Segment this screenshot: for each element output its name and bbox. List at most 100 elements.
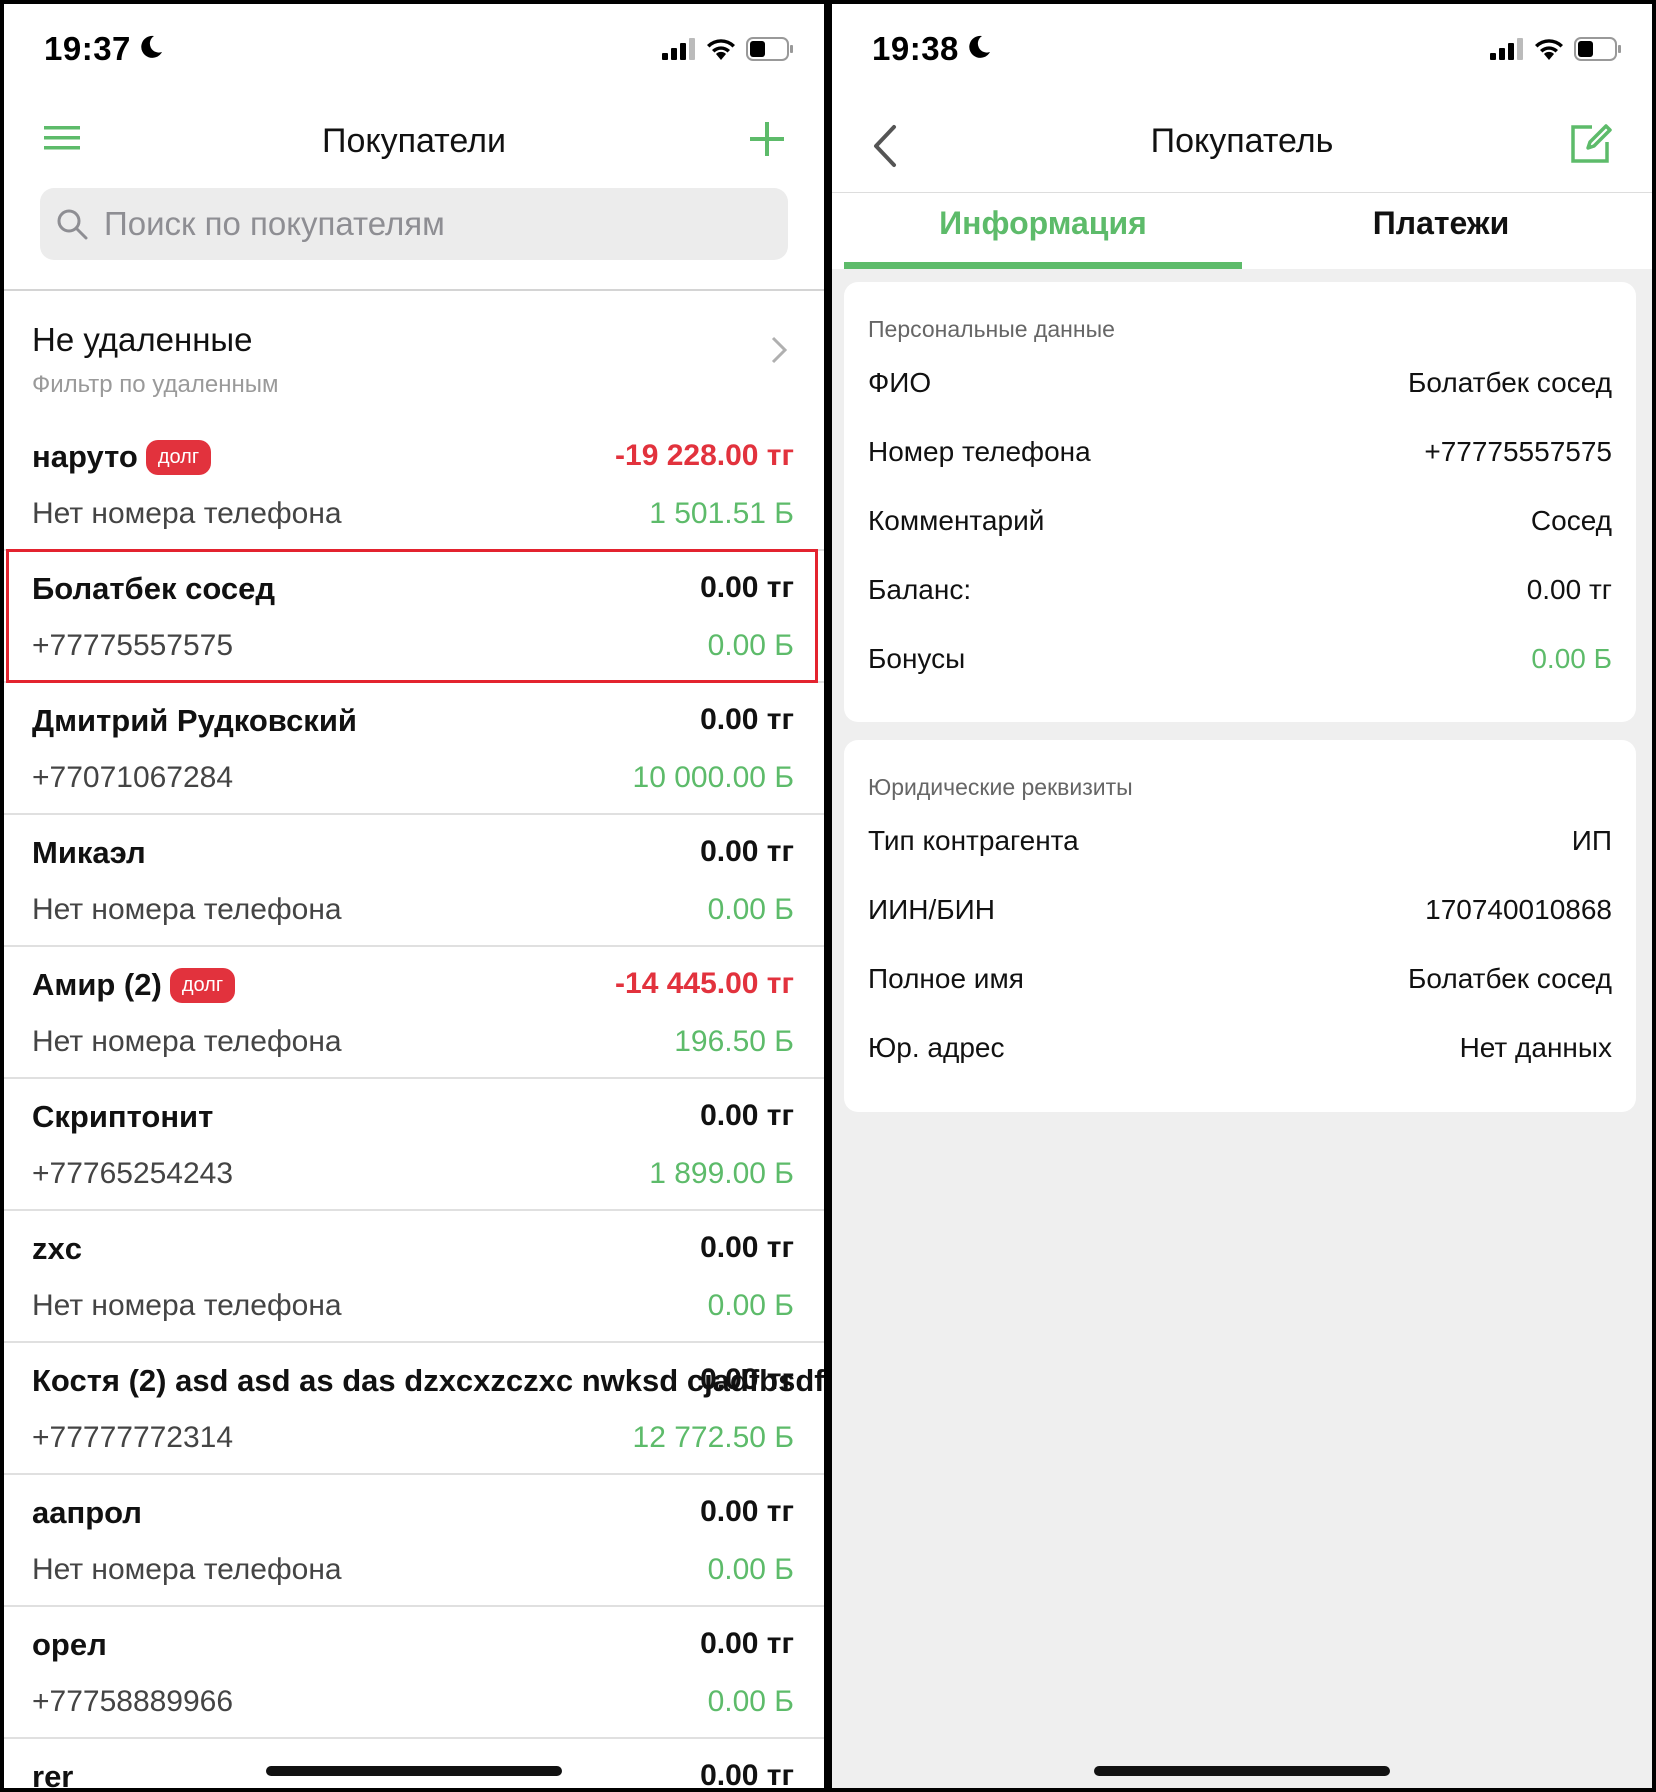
- detail-row: Баланс: 0.00 тг: [868, 574, 1612, 614]
- status-bar: 19:38: [832, 4, 1652, 96]
- customer-detail-screen: 19:38 Покупатель Информация Платежи Перс…: [832, 4, 1652, 1788]
- status-bar: 19:37: [4, 4, 824, 96]
- customer-balance: 0.00 тг: [700, 1363, 794, 1396]
- detail-label: ИИН/БИН: [868, 894, 995, 925]
- tab-info[interactable]: Информация: [844, 205, 1242, 242]
- home-indicator: [1094, 1766, 1390, 1776]
- customer-row[interactable]: Болатбек сосед 0.00 тг +77775557575 0.00 Б: [4, 551, 824, 683]
- detail-value: 0.00 тг: [1526, 574, 1612, 605]
- customer-name: Амир (2) долг: [32, 967, 236, 1003]
- section-title: Юридические реквизиты: [868, 774, 1133, 800]
- customer-list: наруто долг -19 228.00 тг Нет номера телефо…: [4, 419, 824, 1788]
- detail-value: +77775557575: [1424, 436, 1612, 467]
- detail-row: ФИО Болатбек сосед: [868, 367, 1612, 407]
- battery-icon: [746, 37, 793, 61]
- customer-bonus: 0.00 Б: [707, 1685, 794, 1718]
- detail-row: Комментарий Сосед: [868, 505, 1612, 545]
- chevron-right-icon: [771, 336, 788, 364]
- detail-label: Комментарий: [868, 505, 1045, 536]
- detail-row: Бонусы 0.00 Б: [868, 643, 1612, 683]
- wifi-icon: [707, 39, 735, 60]
- signal-icon: [1490, 38, 1523, 60]
- detail-label: Номер телефона: [868, 436, 1091, 467]
- detail-label: Полное имя: [868, 963, 1024, 994]
- search-icon: [57, 209, 88, 240]
- detail-label: ФИО: [868, 367, 932, 398]
- detail-row: Юр. адрес Нет данных: [868, 1032, 1612, 1072]
- customer-row[interactable]: наруто долг -19 228.00 тг Нет номера телефо…: [4, 419, 824, 551]
- tab-payments[interactable]: Платежи: [1242, 205, 1640, 242]
- customer-name: Скриптонит: [32, 1099, 214, 1134]
- search-placeholder: Поиск по покупателям: [104, 205, 445, 242]
- page-title: Покупатели: [322, 122, 506, 160]
- detail-row: Номер телефона +77775557575: [868, 436, 1612, 476]
- customer-row[interactable]: Микаэл 0.00 тг Нет номера телефона 0.00 Б: [4, 815, 824, 947]
- detail-value: ИП: [1571, 825, 1612, 856]
- customer-row[interactable]: аапрол 0.00 тг Нет номера телефона 0.00 Б: [4, 1475, 824, 1607]
- customer-name: rer: [32, 1759, 74, 1788]
- home-indicator: [266, 1766, 562, 1776]
- battery-icon: [1574, 37, 1621, 61]
- wifi-icon: [1535, 39, 1563, 60]
- status-time: 19:38: [872, 30, 959, 67]
- detail-label: Баланс:: [868, 574, 972, 605]
- detail-value: Сосед: [1530, 505, 1612, 536]
- customer-balance: -14 445.00 тг: [615, 967, 794, 1000]
- detail-value: Болатбек сосед: [1408, 367, 1612, 398]
- customer-bonus: 0.00 Б: [707, 1289, 794, 1322]
- customer-phone: Нет номера телефона: [32, 1289, 342, 1322]
- customer-name: Дмитрий Рудковский: [32, 703, 357, 738]
- customer-balance: 0.00 тг: [700, 1627, 794, 1660]
- edit-icon[interactable]: [1568, 122, 1612, 166]
- customer-balance: 0.00 тг: [700, 1099, 794, 1132]
- customer-phone: +77775557575: [32, 629, 234, 662]
- customer-row[interactable]: rer 0.00 тг: [4, 1739, 824, 1788]
- customer-row[interactable]: Амир (2) долг -14 445.00 тг Нет номера теле…: [4, 947, 824, 1079]
- customer-name: орел: [32, 1627, 107, 1662]
- customer-phone: Нет номера телефона: [32, 1025, 342, 1058]
- customer-row[interactable]: орел 0.00 тг +77758889966 0.00 Б: [4, 1607, 824, 1739]
- customer-bonus: 196.50 Б: [674, 1025, 794, 1058]
- detail-row: Тип контрагента ИП: [868, 825, 1612, 865]
- search-input[interactable]: Поиск по покупателям: [40, 188, 788, 260]
- page-title: Покупатель: [1150, 122, 1334, 160]
- customer-phone: Нет номера телефона: [32, 893, 342, 926]
- customer-balance: 0.00 тг: [700, 571, 794, 604]
- customer-bonus: 0.00 Б: [707, 893, 794, 926]
- customer-bonus: 0.00 Б: [707, 629, 794, 662]
- customer-name: zxc: [32, 1231, 82, 1266]
- customer-balance: 0.00 тг: [700, 703, 794, 736]
- filter-subtitle: Фильтр по удаленным: [32, 371, 279, 398]
- customer-row[interactable]: Костя (2) asd asd as das dzxcxzczxc nwks…: [4, 1343, 824, 1475]
- moon-icon: [141, 35, 162, 58]
- detail-label: Бонусы: [868, 643, 966, 674]
- customer-balance: 0.00 тг: [700, 1231, 794, 1264]
- moon-icon: [969, 35, 990, 58]
- customer-phone: Нет номера телефона: [32, 1553, 342, 1586]
- customer-balance: -19 228.00 тг: [615, 439, 794, 472]
- customer-name: Болатбек сосед: [32, 571, 276, 606]
- detail-value: Нет данных: [1459, 1032, 1612, 1063]
- customers-list-screen: 19:37 Покупатели Поиск по покупателям Не…: [4, 4, 824, 1788]
- customer-name: наруто долг: [32, 439, 212, 475]
- customer-bonus: 0.00 Б: [707, 1553, 794, 1586]
- signal-icon: [662, 38, 695, 60]
- customer-balance: 0.00 тг: [700, 1495, 794, 1528]
- deleted-filter[interactable]: Не удаленные Фильтр по удаленным: [4, 289, 824, 421]
- detail-value: 170740010868: [1425, 894, 1612, 925]
- nav-bar: Покупатель: [832, 96, 1652, 193]
- personal-data-card: Персональные данные ФИО Болатбек сосед Ном…: [844, 282, 1636, 722]
- active-tab-indicator: [844, 262, 1242, 269]
- customer-row[interactable]: zxc 0.00 тг Нет номера телефона 0.00 Б: [4, 1211, 824, 1343]
- customer-bonus: 1 501.51 Б: [649, 497, 794, 530]
- plus-icon[interactable]: [750, 122, 784, 156]
- detail-value: Болатбек сосед: [1408, 963, 1612, 994]
- tab-bar: Информация Платежи: [832, 193, 1652, 269]
- detail-label: Тип контрагента: [868, 825, 1079, 856]
- customer-row[interactable]: Скриптонит 0.00 тг +77765254243 1 899.00 Б: [4, 1079, 824, 1211]
- customer-name: аапрол: [32, 1495, 142, 1530]
- section-title: Персональные данные: [868, 316, 1115, 342]
- detail-value: 0.00 Б: [1531, 643, 1612, 674]
- customer-balance: 0.00 тг: [700, 835, 794, 868]
- customer-row[interactable]: Дмитрий Рудковский 0.00 тг +77071067284 10 …: [4, 683, 824, 815]
